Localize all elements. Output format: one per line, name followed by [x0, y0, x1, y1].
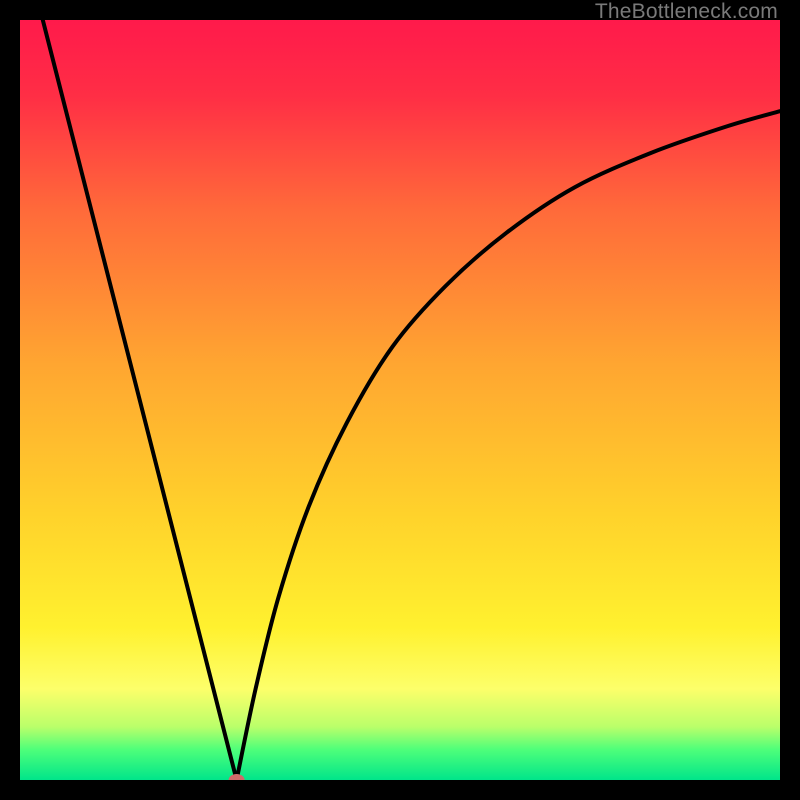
chart-frame — [20, 20, 780, 780]
chart-svg — [20, 20, 780, 780]
gradient-background — [20, 20, 780, 780]
